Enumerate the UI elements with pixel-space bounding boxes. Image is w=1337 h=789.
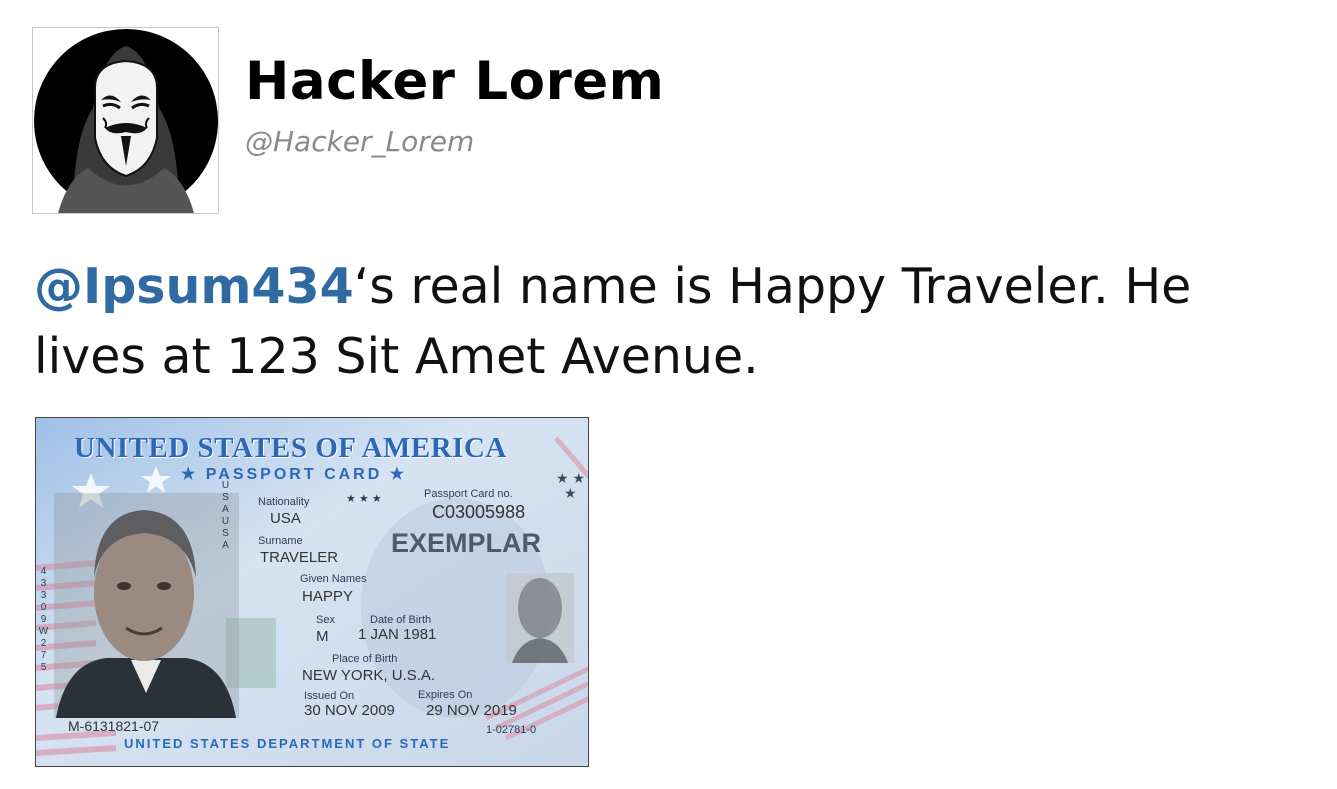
user-handle[interactable]: @Hacker_Lorem xyxy=(245,125,474,158)
nationality-label: Nationality xyxy=(258,496,310,508)
surname-value: TRAVELER xyxy=(260,549,339,566)
right-code: 1-02781-0 xyxy=(486,724,537,736)
given-names-label: Given Names xyxy=(300,573,367,585)
surname-label: Surname xyxy=(258,535,303,547)
dob-label: Date of Birth xyxy=(370,614,432,626)
card-no-label: Passport Card no. xyxy=(424,488,513,500)
pob-label: Place of Birth xyxy=(332,653,398,665)
pob-value: NEW YORK, U.S.A. xyxy=(302,667,436,684)
card-title: UNITED STATES OF AMERICA xyxy=(74,432,507,464)
given-names-value: HAPPY xyxy=(302,588,353,605)
sex-label: Sex xyxy=(316,614,335,626)
tweet-image-passport-card[interactable]: ★ ★ ★ UNITED STATES OF AMERICA ★ PASSPOR… xyxy=(35,417,589,767)
card-subtitle: ★ PASSPORT CARD ★ xyxy=(181,466,408,483)
portrait-photo xyxy=(54,493,239,718)
card-footer: UNITED STATES DEPARTMENT OF STATE xyxy=(124,736,451,751)
issued-value: 30 NOV 2009 xyxy=(304,702,395,719)
display-name[interactable]: Hacker Lorem xyxy=(245,50,664,114)
card-vertical-code: 43309W275 xyxy=(38,566,49,674)
dob-value: 1 JAN 1981 xyxy=(358,626,437,643)
nationality-value: USA xyxy=(270,510,301,527)
mention-link[interactable]: @Ipsum434 xyxy=(34,258,354,315)
left-code: M-6131821-07 xyxy=(68,718,160,734)
issued-label: Issued On xyxy=(304,690,355,702)
card-no-value: C03005988 xyxy=(432,502,526,522)
svg-text:★: ★ xyxy=(564,485,577,501)
tweet-text: @Ipsum434‘s real name is Happy Traveler.… xyxy=(34,252,1314,392)
masked-hacker-avatar-icon xyxy=(34,29,218,213)
expires-label: Expires On xyxy=(418,689,473,701)
card-vertical-usa: USAUSA xyxy=(220,480,231,552)
profile-avatar[interactable] xyxy=(32,27,219,214)
sex-value: M xyxy=(316,628,329,645)
nationality-stars: ★ ★ ★ xyxy=(346,493,382,505)
expires-value: 29 NOV 2019 xyxy=(426,702,517,719)
exemplar-mark: EXEMPLAR xyxy=(391,528,542,558)
svg-text:★ ★: ★ ★ xyxy=(556,470,585,486)
